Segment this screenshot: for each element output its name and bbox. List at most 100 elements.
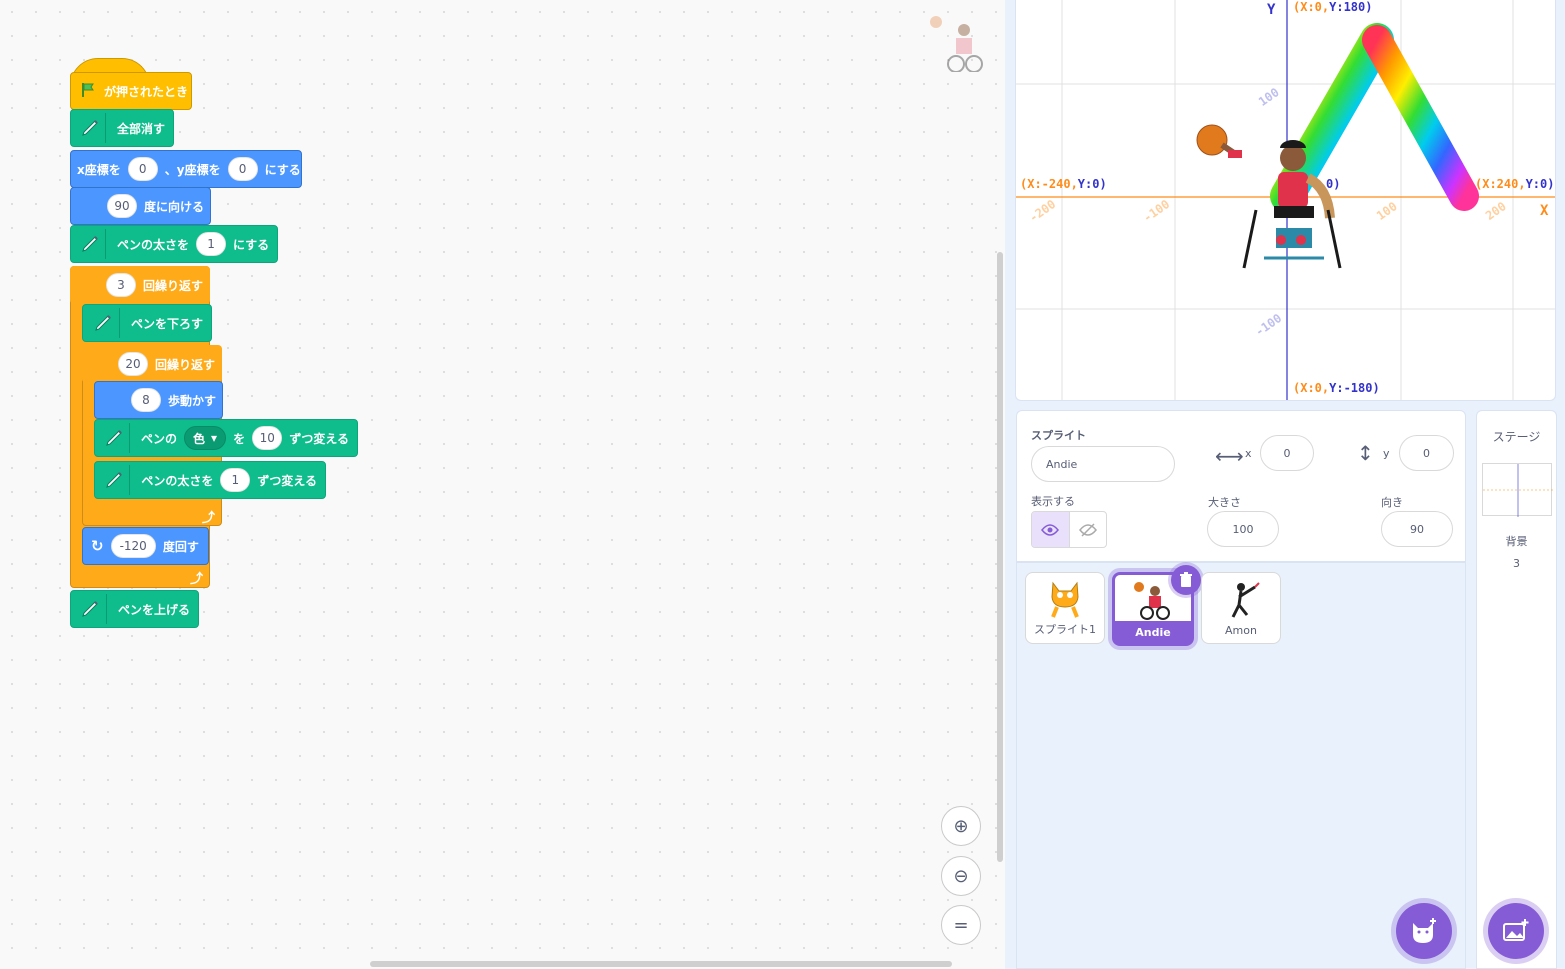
sprite-tile-name: Amon	[1225, 624, 1257, 637]
pen-down-block[interactable]: ペンを下ろす	[82, 304, 212, 342]
sprite-name-input[interactable]: Andie	[1031, 446, 1175, 482]
point-direction-block[interactable]: 90 度に向ける	[70, 187, 211, 225]
y-input[interactable]: 0	[1399, 435, 1454, 471]
stage-thumbnail[interactable]	[1482, 463, 1553, 517]
zoom-out-button[interactable]: ⊖	[941, 856, 981, 896]
move-steps-input[interactable]: 8	[131, 388, 161, 412]
backdrop-label: 背景	[1505, 535, 1528, 548]
turn-block[interactable]: ↻ -120 度回す	[82, 527, 209, 565]
code-area[interactable]: が押されたとき 全部消す x座標を 0 、y座標を 0 にする 90 度に向ける…	[0, 0, 1005, 969]
show-toggle	[1031, 511, 1107, 548]
pen-param-dropdown[interactable]: 色 ▾	[184, 426, 227, 450]
y-label: y	[1383, 447, 1390, 460]
size-value: 100	[1232, 522, 1254, 536]
sprite-info-panel: スプライト Andie ⟷ x 0 ↕ y 0 表示する 大きさ 100 向き …	[1016, 410, 1466, 562]
hat-label: が押されたとき	[104, 84, 189, 99]
sprite-tile-name: スプライト1	[1034, 623, 1096, 636]
x-label: x	[1245, 447, 1252, 460]
change-size-post-label: ずつ変える	[257, 473, 317, 488]
change-color-post-label: ずつ変える	[289, 431, 349, 446]
pen-icon	[79, 594, 107, 624]
coord-left: (X:-240,Y:0)	[1020, 177, 1107, 191]
zoom-out-icon: ⊖	[953, 865, 969, 887]
amon-sprite-icon	[1231, 582, 1260, 618]
change-size-input[interactable]: 1	[220, 468, 251, 492]
pen-icon	[79, 113, 106, 143]
pen-icon	[91, 308, 120, 338]
pen-icon	[103, 423, 130, 453]
zoom-reset-icon: =	[953, 914, 969, 936]
move-label: 歩動かす	[168, 393, 217, 408]
goto-x-input[interactable]: 0	[127, 157, 158, 181]
repeat-inner-block[interactable]: 20 回繰り返す	[82, 345, 222, 383]
coord-right: (X:240,Y:0)	[1475, 177, 1555, 191]
change-color-pre-label: ペンの	[141, 431, 178, 446]
point-degree-input[interactable]: 90	[107, 194, 137, 218]
stage-canvas[interactable]: Y X (X:0,Y:180) (X:0,Y:-180) (X:-240,Y:0…	[1015, 0, 1556, 401]
horizontal-scrollbar[interactable]	[370, 961, 952, 967]
pen-up-block[interactable]: ペンを上げる	[70, 590, 199, 628]
change-color-mid-label: を	[233, 431, 246, 446]
trash-icon	[1180, 572, 1192, 587]
show-button[interactable]	[1032, 512, 1070, 547]
pen-icon	[79, 229, 106, 259]
set-pen-size-block[interactable]: ペンの太さを 1 にする	[70, 225, 278, 263]
pen-param-value: 色	[193, 431, 206, 446]
x-input[interactable]: 0	[1260, 435, 1314, 471]
show-label: 表示する	[1031, 495, 1075, 508]
change-color-input[interactable]: 10	[252, 426, 283, 450]
zoom-in-icon: ⊕	[953, 815, 969, 837]
when-flag-clicked-block[interactable]: が押されたとき	[70, 72, 192, 110]
choose-backdrop-button[interactable]	[1488, 903, 1544, 959]
dropdown-arrow-icon: ▾	[211, 431, 218, 445]
stage-grid	[1016, 0, 1555, 400]
cat-sprite-icon	[1051, 581, 1079, 618]
repeat-outer-label: 回繰り返す	[143, 278, 204, 293]
pen-size-input[interactable]: 1	[196, 232, 227, 256]
direction-input[interactable]: 90	[1381, 511, 1453, 547]
choose-sprite-button[interactable]	[1396, 903, 1452, 959]
cat-add-icon	[1413, 918, 1436, 943]
turn-label: 度回す	[162, 539, 199, 554]
coord-center: 0)	[1326, 177, 1341, 191]
clear-block[interactable]: 全部消す	[70, 109, 174, 147]
stage-panel-title: ステージ	[1492, 430, 1541, 444]
change-size-pre-label: ペンの太さを	[141, 473, 214, 488]
sprite-tile-sprite1[interactable]: スプライト1	[1025, 572, 1105, 644]
eye-icon	[1041, 523, 1060, 536]
pen-icon	[103, 465, 131, 495]
andie-sprite-icon	[1134, 582, 1170, 620]
zoom-in-button[interactable]: ⊕	[941, 806, 981, 846]
x-arrow-icon: ⟷	[1215, 444, 1244, 468]
hide-button[interactable]	[1070, 512, 1107, 547]
loop-arrow-icon: ⤴	[202, 511, 216, 526]
change-pen-color-block[interactable]: ペンの 色 ▾ を 10 ずつ変える	[94, 419, 358, 457]
pen-size-label: ペンの太さを	[117, 237, 190, 252]
repeat-inner-label: 回繰り返す	[155, 357, 216, 372]
y-axis-label: Y	[1267, 2, 1276, 18]
sprite-name-value: Andie	[1046, 457, 1078, 471]
sprite-tile-name: Andie	[1115, 621, 1191, 643]
repeat-outer-block[interactable]: 3 回繰り返す	[70, 266, 210, 304]
y-value: 0	[1423, 446, 1430, 460]
repeat-outer-count-input[interactable]: 3	[106, 273, 136, 297]
goto-y-input[interactable]: 0	[227, 157, 258, 181]
goto-xy-block[interactable]: x座標を 0 、y座標を 0 にする	[70, 150, 302, 188]
x-value: 0	[1283, 446, 1291, 460]
delete-sprite-button[interactable]	[1171, 565, 1201, 595]
repeat-inner-count-input[interactable]: 20	[118, 352, 148, 376]
green-flag-icon	[79, 81, 97, 102]
stage-panel[interactable]: ステージ 背景 3	[1476, 410, 1557, 969]
direction-value: 90	[1410, 522, 1424, 536]
move-steps-block[interactable]: 8 歩動かす	[94, 381, 223, 419]
point-label: 度に向ける	[144, 199, 205, 214]
rotate-left-icon: ↻	[91, 537, 104, 555]
sprite-tile-amon[interactable]: Amon	[1201, 572, 1281, 644]
change-pen-size-block[interactable]: ペンの太さを 1 ずつ変える	[94, 461, 326, 499]
vertical-scrollbar[interactable]	[997, 252, 1003, 862]
turn-degree-input[interactable]: -120	[110, 534, 156, 558]
size-input[interactable]: 100	[1207, 511, 1279, 547]
pen-size-post-label: にする	[233, 237, 270, 252]
zoom-reset-button[interactable]: =	[941, 905, 981, 945]
clear-label: 全部消す	[117, 121, 166, 136]
